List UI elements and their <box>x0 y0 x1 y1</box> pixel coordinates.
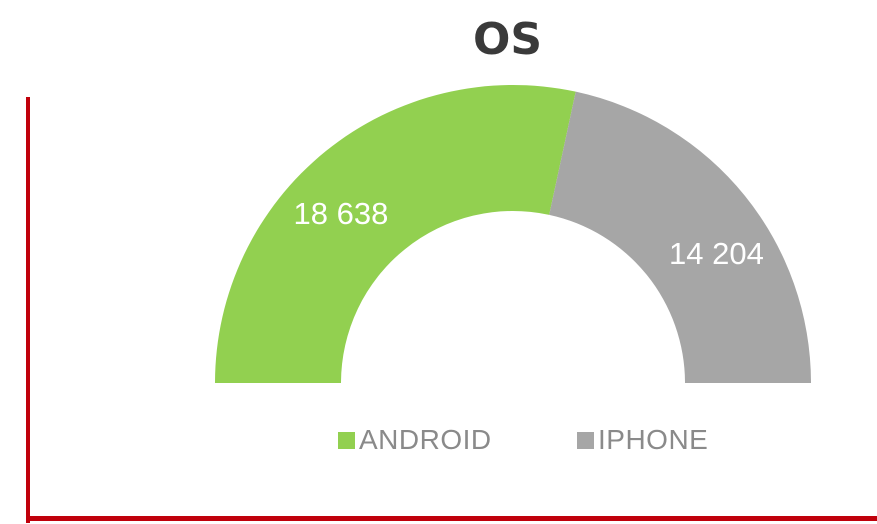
chart-legend: ANDROID IPHONE <box>0 420 877 460</box>
legend-item-android: ANDROID <box>338 420 492 460</box>
legend-label-android: ANDROID <box>359 424 492 455</box>
legend-label-iphone: IPHONE <box>598 424 709 455</box>
legend-item-iphone: IPHONE <box>577 420 708 460</box>
data-label-android: 18 638 <box>294 196 389 231</box>
frame-bottom-border <box>26 516 877 521</box>
frame-left-border <box>26 97 30 523</box>
legend-swatch-android <box>338 431 355 449</box>
legend-swatch-iphone <box>577 431 594 449</box>
data-label-iphone: 14 204 <box>669 236 764 271</box>
slice-android <box>215 85 576 383</box>
